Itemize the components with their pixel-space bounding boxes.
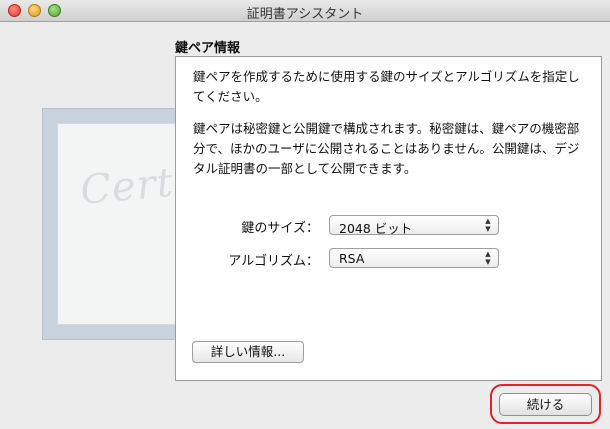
description-paragraph-1: 鍵ペアを作成するために使用する鍵のサイズとアルゴリズムを指定してください。 bbox=[193, 69, 580, 104]
continue-button[interactable]: 続ける bbox=[499, 393, 592, 416]
window-title: 証明書アシスタント bbox=[246, 7, 364, 22]
algorithm-label: アルゴリズム： bbox=[228, 254, 319, 269]
section-heading: 鍵ペア情報 bbox=[175, 41, 241, 56]
algorithm-popup[interactable]: RSA ▲ ▼ bbox=[329, 248, 499, 268]
key-size-popup[interactable]: 2048 ビット ▲ ▼ bbox=[329, 215, 499, 236]
updown-arrows-icon: ▲ ▼ bbox=[485, 217, 491, 233]
algorithm-value: RSA bbox=[339, 251, 365, 266]
updown-arrows-icon: ▲ ▼ bbox=[485, 250, 491, 266]
description-paragraph-2: 鍵ペアは秘密鍵と公開鍵で構成されます。秘密鍵は、鍵ペアの機密部分で、ほかのユーザ… bbox=[193, 121, 580, 176]
key-pair-panel: 鍵ペアを作成するために使用する鍵のサイズとアルゴリズムを指定してください。 鍵ペ… bbox=[175, 56, 602, 381]
key-size-value: 2048 ビット bbox=[339, 221, 413, 236]
key-size-label: 鍵のサイズ： bbox=[241, 221, 319, 236]
title-bar: 証明書アシスタント bbox=[0, 0, 610, 22]
more-info-button[interactable]: 詳しい情報... bbox=[192, 341, 304, 363]
